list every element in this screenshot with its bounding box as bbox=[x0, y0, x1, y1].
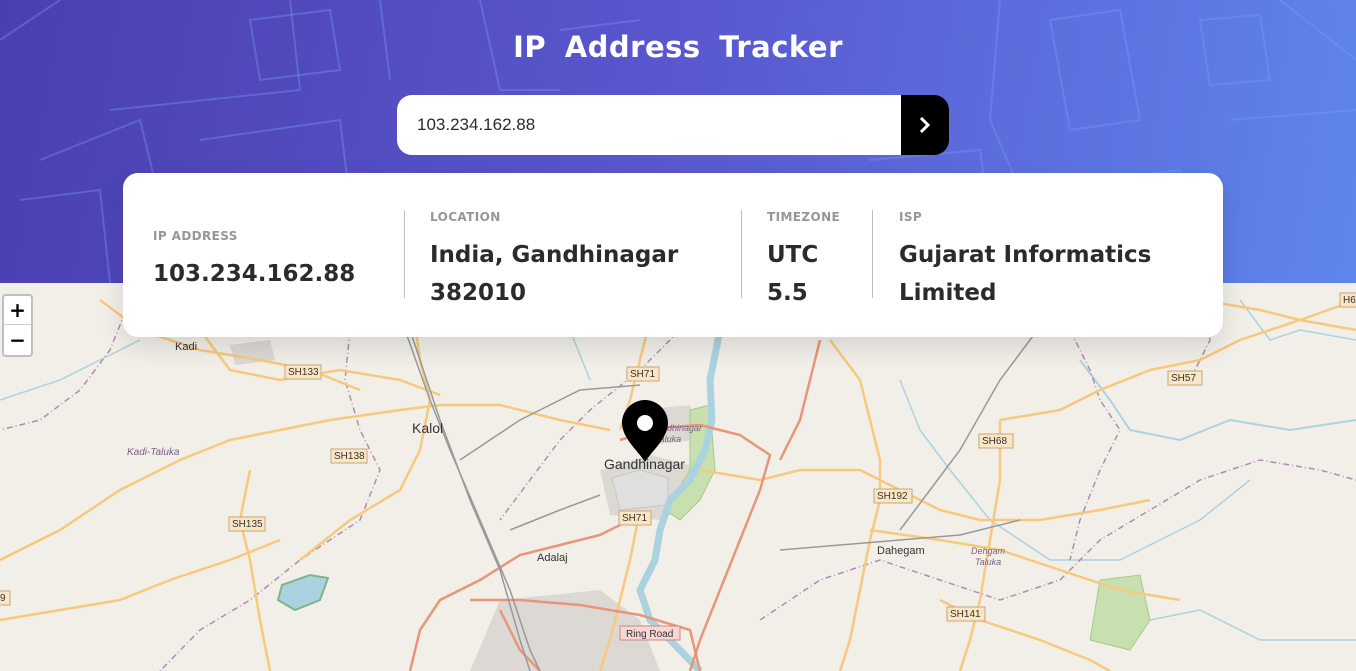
location-pin-icon[interactable] bbox=[622, 400, 668, 462]
divider bbox=[404, 210, 405, 298]
road-ring-road: Ring Road bbox=[626, 629, 673, 640]
location-label: LOCATION bbox=[430, 210, 501, 224]
location-value-line2: 382010 bbox=[430, 280, 527, 306]
ip-address-block: IP ADDRESS 103.234.162.88 bbox=[153, 173, 393, 337]
map-view[interactable]: SH133 SH71 SH138 SH135 SH71 SH57 SH68 SH… bbox=[0, 283, 1356, 671]
zoom-in-button[interactable]: + bbox=[4, 296, 31, 325]
timezone-value-line2: 5.5 bbox=[767, 280, 808, 306]
road-sh133: SH133 bbox=[288, 367, 319, 378]
place-dehgam-taluka: Dehgam bbox=[971, 546, 1006, 556]
ip-address-value: 103.234.162.88 bbox=[153, 261, 356, 287]
road-sh138: SH138 bbox=[334, 451, 365, 462]
divider bbox=[741, 210, 742, 298]
road-edge-label: 9 bbox=[0, 593, 6, 604]
timezone-label: TIMEZONE bbox=[767, 210, 841, 224]
page-title: IP Address Tracker bbox=[513, 30, 843, 64]
isp-value-line2: Limited bbox=[899, 280, 997, 306]
road-sh135: SH135 bbox=[232, 519, 263, 530]
place-adalaj: Adalaj bbox=[537, 552, 568, 564]
road-sh71: SH71 bbox=[622, 513, 647, 524]
ip-search-input[interactable] bbox=[397, 95, 901, 155]
divider bbox=[872, 210, 873, 298]
road-sh71: SH71 bbox=[630, 369, 655, 380]
road-sh192: SH192 bbox=[877, 491, 908, 502]
zoom-out-button[interactable]: − bbox=[4, 325, 31, 354]
place-dahegam: Dahegam bbox=[877, 545, 925, 557]
timezone-block: TIMEZONE UTC 5.5 bbox=[767, 173, 857, 337]
location-block: LOCATION India, Gandhinagar 382010 bbox=[430, 173, 730, 337]
place-kalol: Kalol bbox=[412, 420, 443, 436]
lake bbox=[276, 573, 330, 612]
chevron-right-icon bbox=[919, 116, 931, 134]
isp-block: ISP Gujarat Informatics Limited bbox=[899, 173, 1199, 337]
place-kadi-taluka: Kadi-Taluka bbox=[127, 447, 180, 458]
place-dehgam-taluka: Taluka bbox=[975, 557, 1001, 567]
map-zoom-control: + − bbox=[2, 294, 33, 357]
road-sh141: SH141 bbox=[950, 609, 981, 620]
search-submit-button[interactable] bbox=[901, 95, 949, 155]
road-sh68: SH68 bbox=[982, 436, 1007, 447]
search-bar bbox=[397, 95, 949, 155]
map-canvas[interactable]: SH133 SH71 SH138 SH135 SH71 SH57 SH68 SH… bbox=[0, 283, 1356, 671]
location-value-line1: India, Gandhinagar bbox=[430, 242, 679, 268]
road-sh57: SH57 bbox=[1171, 373, 1196, 384]
place-kadi: Kadi bbox=[175, 341, 197, 353]
isp-label: ISP bbox=[899, 210, 923, 224]
ip-address-label: IP ADDRESS bbox=[153, 229, 238, 243]
isp-value-line1: Gujarat Informatics bbox=[899, 242, 1152, 268]
timezone-value-line1: UTC bbox=[767, 242, 819, 268]
ip-info-card: IP ADDRESS 103.234.162.88 LOCATION India… bbox=[123, 173, 1223, 337]
road-edge-label: H6 bbox=[1343, 295, 1356, 306]
